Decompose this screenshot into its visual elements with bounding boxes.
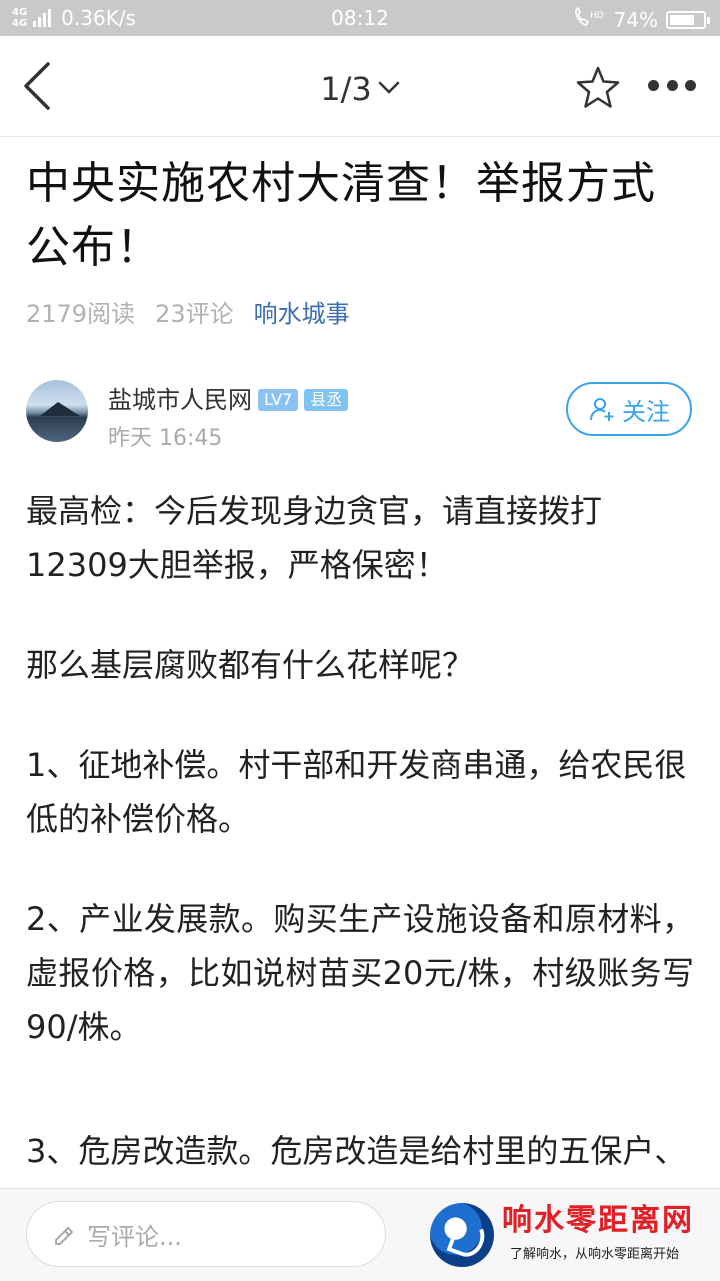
pencil-icon (55, 1227, 73, 1245)
page-number: 1/3 (320, 70, 372, 108)
paragraph: 最高检：今后发现身边贪官，请直接拨打12309大胆举报，严格保密！ (26, 492, 603, 584)
bottom-bar: 写评论... 响水零距离网 了解响水，从响水零距离开始 (0, 1188, 720, 1281)
more-options-button[interactable] (648, 80, 696, 94)
follow-label: 关注 (622, 397, 670, 426)
page-switcher[interactable]: 1/3 (320, 70, 400, 108)
watermark-subtitle: 了解响水，从响水零距离开始 (510, 1247, 680, 1262)
comment-count: 23评论 (155, 300, 234, 328)
author-name-row: 盐城市人民网 LV7 县丞 (108, 380, 349, 415)
follow-button[interactable]: 关注 (566, 382, 692, 436)
watermark-logo-icon (430, 1203, 494, 1267)
article-body: 最高检：今后发现身边贪官，请直接拨打12309大胆举报，严格保密！ 那么基层腐败… (26, 484, 694, 1188)
paragraph: 那么基层腐败都有什么花样呢？ (26, 646, 475, 684)
paragraph: 1、征地补偿。村干部和开发商串通，给农民很低的补偿价格。 (26, 746, 687, 838)
paragraph: 3、危房改造款。危房改造是给村里的五保户、贫困户、残疾人等改造危房的补 (26, 1132, 687, 1188)
status-right: HD 74% (572, 6, 710, 33)
category-link[interactable]: 响水城事 (254, 300, 350, 328)
star-icon (576, 66, 620, 108)
status-bar: 4G 4G 0.36K/s 08:12 HD 74% (0, 0, 720, 36)
battery-percent: 74% (613, 7, 658, 32)
more-dot-icon (685, 80, 696, 91)
battery-icon (666, 10, 710, 29)
article-meta: 2179阅读 23评论 响水城事 (26, 294, 350, 329)
more-dot-icon (648, 80, 659, 91)
author-name[interactable]: 盐城市人民网 (108, 386, 252, 414)
add-user-icon (590, 398, 614, 421)
chevron-down-icon (378, 81, 399, 94)
hd-call-icon: HD (572, 6, 606, 33)
comment-placeholder: 写评论... (87, 1222, 182, 1251)
paragraph: 2、产业发展款。购买生产设施设备和原材料，虚报价格，比如说树苗买20元/株，村级… (26, 900, 694, 1046)
back-button[interactable] (18, 58, 62, 114)
comment-input[interactable]: 写评论... (26, 1201, 386, 1267)
avatar[interactable] (26, 380, 88, 442)
read-count: 2179阅读 (26, 300, 136, 328)
back-arrow-icon (24, 62, 50, 110)
more-dot-icon (666, 80, 678, 91)
article-title: 中央实施农村大清查！举报方式公布！ (26, 158, 656, 273)
rank-badge: 县丞 (304, 389, 349, 411)
favorite-button[interactable] (574, 64, 622, 112)
watermark-title: 响水零距离网 (502, 1203, 694, 1238)
publish-time: 昨天 16:45 (108, 426, 223, 451)
watermark: 响水零距离网 了解响水，从响水零距离开始 (426, 1189, 720, 1281)
top-nav: 1/3 (0, 36, 720, 137)
svg-text:HD: HD (590, 11, 604, 21)
level-badge: LV7 (258, 389, 299, 411)
